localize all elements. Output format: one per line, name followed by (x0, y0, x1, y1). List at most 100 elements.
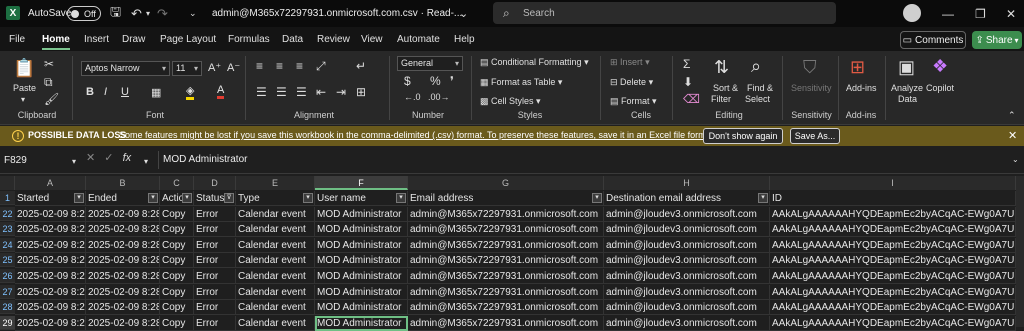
clear-icon[interactable]: ⌫ (683, 92, 700, 106)
dont-show-again-button[interactable]: Don't show again (703, 128, 783, 144)
table-cell[interactable]: admin@M365x72297931.onmicrosoft.com (408, 222, 604, 237)
table-cell[interactable]: 2025-02-09 8:28 (86, 316, 160, 331)
table-cell[interactable]: Calendar event (236, 316, 315, 331)
filter-dropdown-icon[interactable]: ▾ (182, 193, 192, 203)
table-cell[interactable]: AAkALgAAAAAAHYQDEapmEc2byACqAC-EWg0A7UbN… (770, 222, 1016, 237)
table-cell[interactable]: admin@jloudev3.onmicrosoft.com (604, 253, 770, 268)
wrap-text-icon[interactable]: ↵ (356, 59, 366, 73)
header-cell[interactable]: Actio ▾ (160, 191, 194, 206)
cancel-icon[interactable]: ✕ (86, 152, 95, 164)
undo-dropdown-icon[interactable]: ▾ (146, 0, 150, 27)
column-header-h[interactable]: H (604, 176, 770, 190)
decrease-indent-icon[interactable]: ⇤ (316, 85, 326, 99)
table-cell[interactable]: 2025-02-09 8:28 (15, 238, 86, 253)
table-cell[interactable]: Error (194, 222, 236, 237)
menu-page-layout[interactable]: Page Layout (160, 27, 216, 51)
copilot-icon[interactable]: ❖ (932, 56, 948, 77)
comma-style-icon[interactable]: ❜ (450, 74, 454, 88)
document-options-icon[interactable]: ⌄ (459, 0, 468, 27)
formula-input[interactable]: MOD Administrator (158, 151, 1022, 169)
table-cell[interactable]: Calendar event (236, 300, 315, 315)
align-bottom-icon[interactable]: ≡ (296, 59, 303, 73)
table-cell[interactable]: admin@jloudev3.onmicrosoft.com (604, 285, 770, 300)
table-cell[interactable]: MOD Administrator (315, 222, 408, 237)
copy-icon[interactable]: ⧉ (44, 75, 53, 90)
table-cell[interactable]: MOD Administrator (315, 285, 408, 300)
merge-center-icon[interactable]: ⊞ (356, 85, 366, 99)
table-cell[interactable]: AAkALgAAAAAAHYQDEapmEc2byACqAC-EWg0A7UbN… (770, 238, 1016, 253)
table-cell[interactable]: Calendar event (236, 285, 315, 300)
warning-message[interactable]: Some features might be lost if you save … (119, 130, 716, 140)
menu-view[interactable]: View (361, 27, 383, 51)
fill-color-icon[interactable]: ◈ (186, 84, 195, 100)
sort-filter-icon[interactable]: ⇅ (714, 57, 729, 78)
accounting-format-icon[interactable]: $ (404, 74, 411, 88)
name-box[interactable]: F829 (0, 152, 80, 170)
undo-icon[interactable]: ↶ (131, 0, 142, 27)
table-cell[interactable]: Calendar event (236, 222, 315, 237)
table-cell[interactable]: MOD Administrator (315, 238, 408, 253)
font-size-select[interactable]: 11 ▾ (172, 61, 202, 76)
table-cell[interactable]: admin@M365x72297931.onmicrosoft.com (408, 285, 604, 300)
row-header[interactable]: 23 (0, 222, 15, 236)
table-cell[interactable]: Error (194, 285, 236, 300)
table-cell[interactable]: Copy (160, 300, 194, 315)
table-cell[interactable]: 2025-02-09 8:28 (15, 269, 86, 284)
find-select-icon[interactable]: ⌕ (751, 56, 761, 77)
table-cell[interactable]: Calendar event (236, 238, 315, 253)
menu-draw[interactable]: Draw (122, 27, 145, 51)
column-header-e[interactable]: E (236, 176, 315, 190)
column-header-g[interactable]: G (408, 176, 604, 190)
delete-cells-button[interactable]: ⊟ Delete ▾ (610, 77, 653, 88)
decrease-decimal-icon[interactable]: .00→ (428, 92, 450, 102)
menu-help[interactable]: Help (454, 27, 475, 51)
align-right-icon[interactable]: ☰ (296, 85, 307, 99)
table-cell[interactable]: MOD Administrator (315, 300, 408, 315)
decrease-font-icon[interactable]: A⁻ (227, 61, 240, 74)
select-label[interactable]: Select (745, 94, 770, 104)
row-header[interactable]: 26 (0, 269, 15, 283)
table-cell[interactable]: 2025-02-09 8:28 (86, 300, 160, 315)
close-icon[interactable]: ✕ (1008, 129, 1017, 142)
conditional-formatting-button[interactable]: ▤ Conditional Formatting ▾ (480, 57, 589, 68)
table-cell[interactable]: admin@M365x72297931.onmicrosoft.com (408, 269, 604, 284)
column-header-b[interactable]: B (86, 176, 160, 190)
table-cell[interactable]: 2025-02-09 8:28 (86, 207, 160, 222)
filter-dropdown-icon[interactable]: ▾ (74, 193, 84, 203)
analyze-data-label[interactable]: Data (898, 94, 917, 104)
collapse-ribbon-icon[interactable]: ⌃ (1008, 110, 1016, 121)
table-cell[interactable]: AAkALgAAAAAAHYQDEapmEc2byACqAC-EWg0A7UbN… (770, 269, 1016, 284)
table-cell[interactable]: AAkALgAAAAAAHYQDEapmEc2byACqAC-EWg0A7UbN… (770, 285, 1016, 300)
header-cell[interactable]: Ended ▾ (86, 191, 160, 206)
table-cell[interactable]: Error (194, 300, 236, 315)
sensitivity-button[interactable]: Sensitivity (791, 83, 832, 93)
cut-icon[interactable]: ✂ (44, 57, 54, 71)
align-top-icon[interactable]: ≡ (256, 59, 263, 73)
header-cell[interactable]: Email address ▾ (408, 191, 604, 206)
sensitivity-icon[interactable]: ⛉ (803, 57, 817, 78)
table-cell[interactable]: 2025-02-09 8:28 (15, 207, 86, 222)
table-cell[interactable]: admin@jloudev3.onmicrosoft.com (604, 316, 770, 331)
customize-toolbar-icon[interactable]: ⌄ (189, 0, 197, 27)
menu-data[interactable]: Data (282, 27, 303, 51)
table-cell[interactable]: Copy (160, 222, 194, 237)
table-cell[interactable]: Error (194, 238, 236, 253)
table-cell[interactable]: 2025-02-09 8:28 (15, 253, 86, 268)
row-header[interactable]: 28 (0, 300, 15, 314)
add-ins-button[interactable]: Add-ins (846, 83, 877, 93)
table-cell[interactable]: 2025-02-09 8:28 (15, 285, 86, 300)
search-box[interactable]: ⌕ Search (493, 2, 836, 24)
font-color-icon[interactable]: A (217, 84, 225, 99)
filter-label[interactable]: Filter (711, 94, 731, 104)
filter-active-icon[interactable]: ⊽ (224, 193, 234, 203)
align-middle-icon[interactable]: ≡ (276, 59, 283, 73)
name-box-dropdown-icon[interactable]: ▾ (72, 157, 76, 166)
redo-icon[interactable]: ↷ (157, 0, 168, 27)
table-cell[interactable]: Calendar event (236, 253, 315, 268)
table-cell[interactable]: MOD Administrator (315, 269, 408, 284)
table-cell[interactable]: admin@M365x72297931.onmicrosoft.com (408, 207, 604, 222)
column-header-c[interactable]: C (160, 176, 194, 190)
autosave-toggle[interactable]: Off (67, 6, 101, 21)
vertical-scrollbar[interactable] (1016, 176, 1024, 327)
table-cell[interactable]: Copy (160, 207, 194, 222)
